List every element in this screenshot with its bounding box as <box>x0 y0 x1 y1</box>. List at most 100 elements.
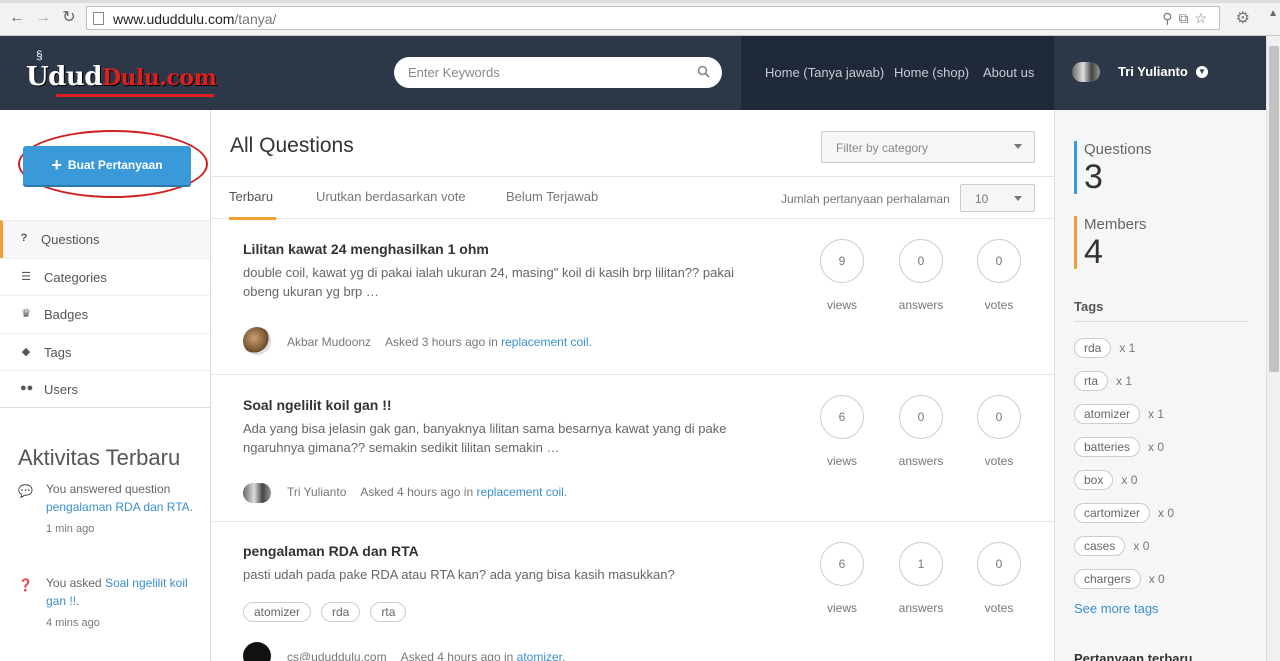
tab-belum-terjawab[interactable]: Belum Terjawab <box>506 189 598 204</box>
user-menu[interactable]: Tri Yulianto ▼ <box>1054 36 1266 110</box>
tab-urutkan-vote[interactable]: Urutkan berdasarkan vote <box>316 189 466 204</box>
members-stat-block: Members 4 <box>1074 216 1254 269</box>
chevron-down-icon <box>1014 144 1022 149</box>
tag-pill[interactable]: box <box>1074 470 1114 490</box>
sidebar-item-label: Badges <box>44 307 89 322</box>
tag-pill[interactable]: rta <box>370 602 407 622</box>
list-icon: ☰ <box>21 270 31 283</box>
page-scrollbar[interactable] <box>1266 36 1280 661</box>
forward-icon[interactable]: → <box>34 9 52 27</box>
tag-count: x 1 <box>1119 341 1136 355</box>
tag-icon: ◆ <box>21 345 31 358</box>
url-text: www.ududdulu.com/tanya/ <box>113 11 277 27</box>
ask-question-button[interactable]: + Buat Pertanyaan <box>23 146 191 185</box>
scroll-up-icon[interactable]: ▲ <box>1268 8 1278 19</box>
search-icon[interactable] <box>697 65 710 78</box>
tag-pill[interactable]: rda <box>321 602 361 622</box>
tag-pill[interactable]: atomizer <box>243 602 312 622</box>
tag-row: rda x 1 <box>1074 338 1135 360</box>
views-stat: 9 views <box>820 239 864 312</box>
question-title[interactable]: Soal ngelilit koil gan !! <box>243 397 392 413</box>
category-link[interactable]: replacement coil <box>476 485 563 499</box>
ask-question-label: Buat Pertanyaan <box>67 158 163 172</box>
questions-stat-count: 3 <box>1084 158 1103 196</box>
avatar[interactable] <box>243 483 271 503</box>
activity-time: 4 mins ago <box>46 617 100 629</box>
answers-stat: 1 answers <box>899 542 943 615</box>
sidebar-item-categories[interactable]: ☰ Categories <box>0 257 210 296</box>
tab-strip <box>0 0 1280 3</box>
search-input[interactable] <box>408 63 688 82</box>
category-link[interactable]: replacement coil <box>501 335 588 349</box>
question-title[interactable]: pengalaman RDA dan RTA <box>243 543 419 559</box>
tag-pill[interactable]: rda <box>1074 338 1112 358</box>
nav-home-tanya-jawab[interactable]: Home (Tanya jawab) <box>765 65 884 80</box>
votes-count: 0 <box>977 239 1021 283</box>
author-name[interactable]: cs@ududdulu.com <box>287 650 387 661</box>
tag-row: cartomizer x 0 <box>1074 503 1174 525</box>
sidebar-item-label: Categories <box>44 269 107 285</box>
tag-pill[interactable]: atomizer <box>1074 404 1141 424</box>
tag-pill[interactable]: batteries <box>1074 437 1141 457</box>
divider <box>0 407 210 408</box>
settings-icon[interactable]: ⚙ <box>1236 8 1250 28</box>
members-stat-label: Members <box>1084 216 1147 233</box>
tag-count: x 1 <box>1116 374 1133 388</box>
reload-icon[interactable]: ↻ <box>60 9 78 27</box>
right-sidebar: Questions 3 Members 4 Tags rda x 1 rta x 1… <box>1054 110 1266 661</box>
sidebar-item-label: Questions <box>41 232 100 247</box>
chevron-down-icon[interactable]: ▼ <box>1196 66 1208 78</box>
tag-count: x 0 <box>1121 473 1138 487</box>
plus-icon: + <box>51 155 62 175</box>
logo-underline <box>56 94 214 97</box>
tags-heading: Tags <box>1074 299 1104 314</box>
members-stat-count: 4 <box>1084 233 1103 271</box>
votes-stat: 0 votes <box>977 239 1021 312</box>
site-header: § UdudDulu.com Home (Tanya jawab) Home (… <box>0 36 1280 110</box>
tag-count: x 0 <box>1158 506 1175 520</box>
recent-questions-heading: Pertanyaan terbaru <box>1074 651 1193 661</box>
logo-text: UdudDulu.com <box>26 62 217 92</box>
question-excerpt: pasti udah pada pake RDA atau RTA kan? a… <box>243 567 675 582</box>
sidebar-item-label: Tags <box>44 344 72 360</box>
avatar[interactable] <box>243 327 271 355</box>
page-icon <box>93 12 104 25</box>
tag-pill[interactable]: rta <box>1074 371 1109 391</box>
tag-pill[interactable]: chargers <box>1074 569 1141 589</box>
sidebar-item-badges[interactable]: ♛ Badges <box>0 295 210 333</box>
activity-link[interactable]: pengalaman RDA dan RTA <box>46 500 190 514</box>
answers-count: 1 <box>899 542 943 586</box>
avatar <box>1072 62 1100 82</box>
sidebar-item-tags[interactable]: ◆ Tags <box>0 332 210 371</box>
avatar[interactable] <box>243 642 271 661</box>
tag-pill[interactable]: cartomizer <box>1074 503 1151 523</box>
bookmark-star-icon[interactable]: ⚲⧉☆ <box>1162 10 1213 27</box>
nav-about-us[interactable]: About us <box>983 65 1034 80</box>
address-bar[interactable]: www.ududdulu.com/tanya/ ⚲⧉☆ <box>86 6 1220 30</box>
answers-stat: 0 answers <box>899 239 943 312</box>
per-page-select[interactable]: 10 <box>960 184 1035 212</box>
sidebar-item-users[interactable]: ●● Users <box>0 370 210 408</box>
tag-row: batteries x 0 <box>1074 437 1164 459</box>
scrollbar-thumb[interactable] <box>1269 46 1279 372</box>
tag-row: atomizer x 1 <box>1074 404 1164 426</box>
author-name[interactable]: Tri Yulianto <box>287 485 346 499</box>
question-title[interactable]: Lilitan kawat 24 menghasilkan 1 ohm <box>243 241 489 257</box>
tag-pill[interactable]: cases <box>1074 536 1126 556</box>
sidebar-item-label: Users <box>44 382 78 397</box>
answers-count: 0 <box>899 239 943 283</box>
sidebar-item-questions[interactable]: ? Questions <box>0 220 210 258</box>
back-icon[interactable]: ← <box>8 9 26 27</box>
author-name[interactable]: Akbar Mudoonz <box>287 335 371 349</box>
question-circle-icon: ❓ <box>18 578 33 592</box>
category-filter-select[interactable]: Filter by category <box>821 131 1035 163</box>
site-logo[interactable]: § UdudDulu.com <box>26 48 217 98</box>
activity-title: Aktivitas Terbaru <box>18 445 181 470</box>
question-excerpt: Ada yang bisa jelasin gak gan, banyaknya… <box>243 421 727 455</box>
nav-home-shop[interactable]: Home (shop) <box>894 65 969 80</box>
category-link[interactable]: atomizer <box>517 650 562 661</box>
tab-terbaru[interactable]: Terbaru <box>229 189 273 204</box>
see-more-tags-link[interactable]: See more tags <box>1074 601 1159 616</box>
question-item: Lilitan kawat 24 menghasilkan 1 ohm doub… <box>211 219 1054 375</box>
tag-row: rta x 1 <box>1074 371 1132 393</box>
